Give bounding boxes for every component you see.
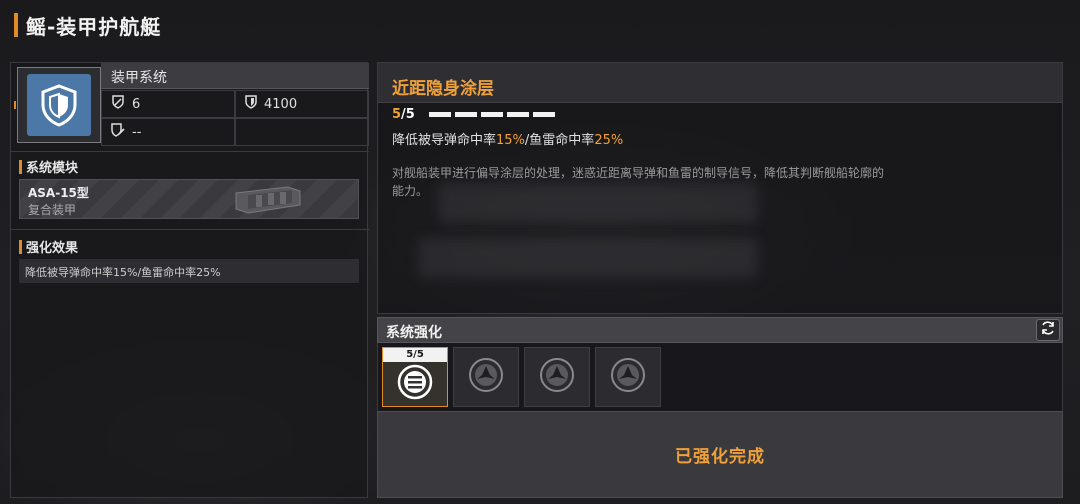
- shield-small-icon: [244, 94, 258, 114]
- divider: [11, 229, 369, 230]
- stat-extra-value: --: [132, 124, 142, 140]
- stat-empty: [235, 118, 369, 146]
- title-accent-bar: [14, 13, 18, 37]
- selected-marker: [14, 101, 16, 109]
- slot-level-label: 5/5: [383, 348, 447, 362]
- enhancement-effect-text: 降低被导弹命中率15%/鱼雷命中率25%: [19, 259, 359, 283]
- page-title-text: 鳐-装甲护航艇: [26, 14, 162, 39]
- level-row: 5/5: [392, 107, 555, 122]
- ship-emblem-icon: [539, 357, 575, 397]
- ship-emblem-icon: [610, 357, 646, 397]
- effect-value-2: 25%: [594, 133, 624, 148]
- level-pip: [454, 112, 477, 117]
- effect-text-2: /鱼雷命中率: [524, 133, 595, 148]
- stat-attack: 6: [101, 90, 235, 118]
- upgrade-slot-3[interactable]: [524, 347, 590, 407]
- refresh-icon: [1040, 320, 1056, 340]
- effect-value-1: 15%: [496, 133, 525, 148]
- level-indicator: 5/5: [392, 107, 415, 122]
- module-section-label: 系统模块: [26, 161, 79, 176]
- stat-durability-value: 4100: [264, 96, 298, 112]
- upgrade-slots: 5/5: [377, 343, 1063, 411]
- page-title: 鳐-装甲护航艇: [14, 12, 162, 39]
- armor-name: 装甲系统: [101, 63, 369, 89]
- enhancement-detail-panel: 近距隐身涂层 5/5 降低被导弹命中率15%/鱼雷命中率25% 对舰船装甲进行偏…: [377, 62, 1063, 314]
- list-circle-icon: [397, 364, 433, 404]
- sword-shield-icon: [110, 94, 126, 114]
- background-blur: [418, 238, 758, 278]
- level-current: 5: [392, 107, 402, 122]
- armor-header[interactable]: 装甲系统 6 4100 --: [11, 63, 369, 149]
- armor-module-icon: [228, 183, 308, 221]
- armor-icon-frame: [17, 67, 101, 143]
- level-pip: [532, 112, 555, 117]
- upgrade-slot-1[interactable]: 5/5: [382, 347, 448, 407]
- stat-extra: --: [101, 118, 235, 146]
- shield-edit-icon: [110, 122, 126, 142]
- upgrade-slot-4[interactable]: [595, 347, 661, 407]
- enhancement-section-label: 强化效果: [26, 241, 79, 256]
- section-accent-bar: [19, 239, 22, 254]
- detail-header: 近距隐身涂层: [378, 63, 1062, 103]
- detail-effect: 降低被导弹命中率15%/鱼雷命中率25%: [392, 129, 623, 148]
- divider: [11, 151, 369, 152]
- module-name: ASA-15型: [28, 186, 89, 200]
- module-card[interactable]: ASA-15型 复合装甲: [19, 179, 359, 219]
- detail-title: 近距隐身涂层: [392, 79, 494, 99]
- module-type: 复合装甲: [28, 203, 77, 217]
- upgrade-status-button[interactable]: 已强化完成: [377, 411, 1063, 498]
- effect-text-1: 降低被导弹命中率: [392, 133, 497, 148]
- level-pip: [428, 112, 451, 117]
- upgrade-title: 系统强化: [386, 325, 442, 341]
- refresh-button[interactable]: [1036, 319, 1060, 341]
- shield-icon: [27, 74, 91, 136]
- armor-system-panel: 装甲系统 6 4100 -- 系统模块 ASA-15型 复合装甲 强化效果 降低…: [10, 62, 369, 498]
- level-pip: [506, 112, 529, 117]
- upgrade-slot-2[interactable]: [453, 347, 519, 407]
- stat-attack-value: 6: [132, 96, 141, 112]
- level-progress-bar: [428, 112, 555, 117]
- upgrade-status-text: 已强化完成: [675, 447, 765, 467]
- level-pip: [480, 112, 503, 117]
- level-max: 5: [405, 107, 415, 122]
- ship-emblem-icon: [468, 357, 504, 397]
- enhancement-section-title: 强化效果: [19, 237, 78, 256]
- detail-description: 对舰船装甲进行偏导涂层的处理，迷惑近距离导弹和鱼雷的制导信号，降低其判断舰船轮廓…: [392, 166, 885, 198]
- module-section-title: 系统模块: [19, 157, 78, 176]
- stat-durability: 4100: [235, 90, 369, 118]
- section-accent-bar: [19, 159, 22, 174]
- upgrade-header: 系统强化: [377, 317, 1063, 343]
